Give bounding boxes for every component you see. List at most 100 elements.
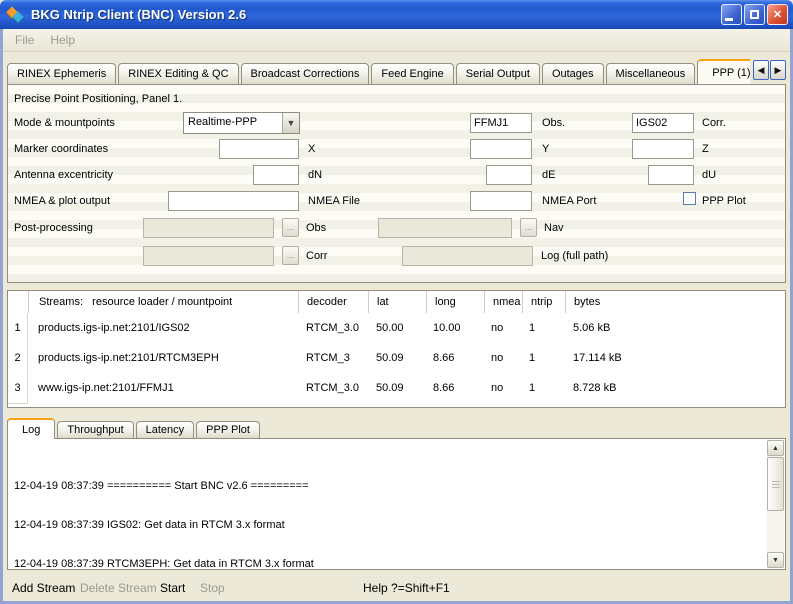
log-output[interactable]: 12-04-19 08:37:39 ========== Start BNC v… [7, 438, 786, 570]
streams-header-nmea: nmea [484, 291, 522, 313]
stream-row-2[interactable]: 2 products.igs-ip.net:2101/RTCM3EPH RTCM… [8, 343, 785, 373]
tab-throughput[interactable]: Throughput [57, 421, 133, 438]
antenna-du-field[interactable] [648, 165, 694, 185]
action-bar: Add Stream Delete Stream Start Stop Help… [3, 579, 790, 599]
help-shortcut-label: Help ?=Shift+F1 [363, 581, 450, 595]
tab-scroll-right-icon: ▶ [775, 65, 782, 76]
marker-x-field[interactable] [219, 139, 299, 159]
streams-header-long: long [426, 291, 484, 313]
maximize-button[interactable] [744, 4, 765, 25]
tab-rinex-editing-qc[interactable]: RINEX Editing & QC [118, 63, 238, 84]
stream-mountpoint: products.igs-ip.net:2101/IGS02 [28, 313, 298, 344]
start-button[interactable]: Start [160, 581, 185, 595]
post-nav-label: Nav [544, 222, 564, 234]
title-bar[interactable]: BKG Ntrip Client (BNC) Version 2.6 ✕ [0, 0, 793, 29]
scroll-down-icon: ▼ [772, 557, 779, 564]
tab-log[interactable]: Log [7, 418, 55, 439]
stream-long: 8.66 [426, 373, 484, 404]
stream-ntrip: 1 [522, 343, 565, 374]
nmea-file-field[interactable] [168, 191, 299, 211]
tab-ppp-1[interactable]: PPP (1) [697, 59, 750, 84]
post-nav-browse-button: ... [520, 218, 537, 237]
log-lines: 12-04-19 08:37:39 ========== Start BNC v… [14, 454, 763, 570]
mode-mountpoints-label: Mode & mountpoints [14, 117, 115, 129]
menu-file[interactable]: File [7, 30, 42, 50]
stream-ntrip: 1 [522, 313, 565, 344]
stream-decoder: RTCM_3.0 [298, 313, 368, 344]
obs-label: Obs. [542, 117, 565, 129]
log-vertical-scrollbar[interactable]: ▲ ▼ [767, 440, 784, 568]
stream-ntrip: 1 [522, 373, 565, 404]
tab-latency[interactable]: Latency [136, 421, 195, 438]
top-tab-bar: RINEX Ephemeris RINEX Editing & QC Broad… [7, 57, 750, 84]
tab-scroll-right-button[interactable]: ▶ [770, 60, 786, 80]
tab-outages[interactable]: Outages [542, 63, 604, 84]
stream-nmea: no [484, 313, 522, 344]
log-line: 12-04-19 08:37:39 IGS02: Get data in RTC… [14, 519, 763, 532]
dn-label: dN [308, 169, 322, 181]
stream-long: 10.00 [426, 313, 484, 344]
antenna-dn-field[interactable] [253, 165, 299, 185]
tab-feed-engine[interactable]: Feed Engine [371, 63, 453, 84]
marker-y-field[interactable] [470, 139, 532, 159]
post-obs-label: Obs [306, 222, 326, 234]
stream-row-3[interactable]: 3 www.igs-ip.net:2101/FFMJ1 RTCM_3.0 50.… [8, 373, 785, 403]
tab-miscellaneous[interactable]: Miscellaneous [606, 63, 696, 84]
ppp-plot-checkbox[interactable] [683, 192, 696, 205]
mode-combo-value: Realtime-PPP [184, 113, 282, 133]
mode-combo[interactable]: Realtime-PPP ▼ [183, 112, 300, 134]
nmea-port-field[interactable] [470, 191, 532, 211]
stop-button: Stop [200, 581, 225, 595]
chevron-down-icon[interactable]: ▼ [282, 113, 299, 133]
minimize-button[interactable] [721, 4, 742, 25]
add-stream-button[interactable]: Add Stream [12, 581, 75, 595]
corr-mountpoint-field[interactable] [632, 113, 694, 133]
streams-header-mountpoint: Streams: resource loader / mountpoint [28, 291, 298, 313]
bnc-window: BKG Ntrip Client (BNC) Version 2.6 ✕ Fil… [0, 0, 793, 604]
ppp-panel: Precise Point Positioning, Panel 1. Mode… [7, 84, 786, 283]
scroll-up-icon: ▲ [772, 445, 779, 452]
close-icon: ✕ [773, 8, 782, 21]
window-body: File Help RINEX Ephemeris RINEX Editing … [0, 29, 793, 604]
stream-row-1[interactable]: 1 products.igs-ip.net:2101/IGS02 RTCM_3.… [8, 313, 785, 343]
log-line: 12-04-19 08:37:39 ========== Start BNC v… [14, 480, 763, 493]
streams-header-bytes: bytes [565, 291, 785, 313]
stream-bytes: 8.728 kB [565, 373, 785, 404]
tab-rinex-ephemeris[interactable]: RINEX Ephemeris [7, 63, 116, 84]
nmea-file-label: NMEA File [308, 195, 360, 207]
close-button[interactable]: ✕ [767, 4, 788, 25]
x-label: X [308, 143, 315, 155]
tab-serial-output[interactable]: Serial Output [456, 63, 540, 84]
menu-help[interactable]: Help [42, 30, 83, 50]
post-corr-browse-button: ... [282, 246, 299, 265]
stream-bytes: 5.06 kB [565, 313, 785, 344]
stream-long: 8.66 [426, 343, 484, 374]
marker-z-field[interactable] [632, 139, 694, 159]
minimize-icon [725, 18, 733, 21]
stream-lat: 50.00 [368, 313, 426, 344]
z-label: Z [702, 143, 709, 155]
log-line: 12-04-19 08:37:39 RTCM3EPH: Get data in … [14, 558, 763, 570]
tab-broadcast-corrections[interactable]: Broadcast Corrections [241, 63, 370, 84]
scroll-up-button[interactable]: ▲ [767, 440, 784, 456]
corr-label: Corr. [702, 117, 726, 129]
ppp-plot-label: PPP Plot [702, 195, 746, 207]
tab-scroll-left-icon: ◀ [758, 65, 765, 76]
delete-stream-button: Delete Stream [80, 581, 157, 595]
post-log-label: Log (full path) [541, 250, 608, 262]
de-label: dE [542, 169, 555, 181]
streams-header-lat: lat [368, 291, 426, 313]
stream-lat: 50.09 [368, 343, 426, 374]
stream-bytes: 17.114 kB [565, 343, 785, 374]
streams-header-decoder: decoder [298, 291, 368, 313]
antenna-de-field[interactable] [486, 165, 532, 185]
stream-mountpoint: products.igs-ip.net:2101/RTCM3EPH [28, 343, 298, 374]
stream-nmea: no [484, 373, 522, 404]
obs-mountpoint-field[interactable] [470, 113, 532, 133]
scroll-down-button[interactable]: ▼ [767, 552, 784, 568]
tab-scroll-left-button[interactable]: ◀ [753, 60, 769, 80]
marker-coordinates-label: Marker coordinates [14, 143, 108, 155]
scrollbar-thumb[interactable] [767, 457, 784, 511]
stream-decoder: RTCM_3 [298, 343, 368, 374]
tab-ppp-plot[interactable]: PPP Plot [196, 421, 260, 438]
